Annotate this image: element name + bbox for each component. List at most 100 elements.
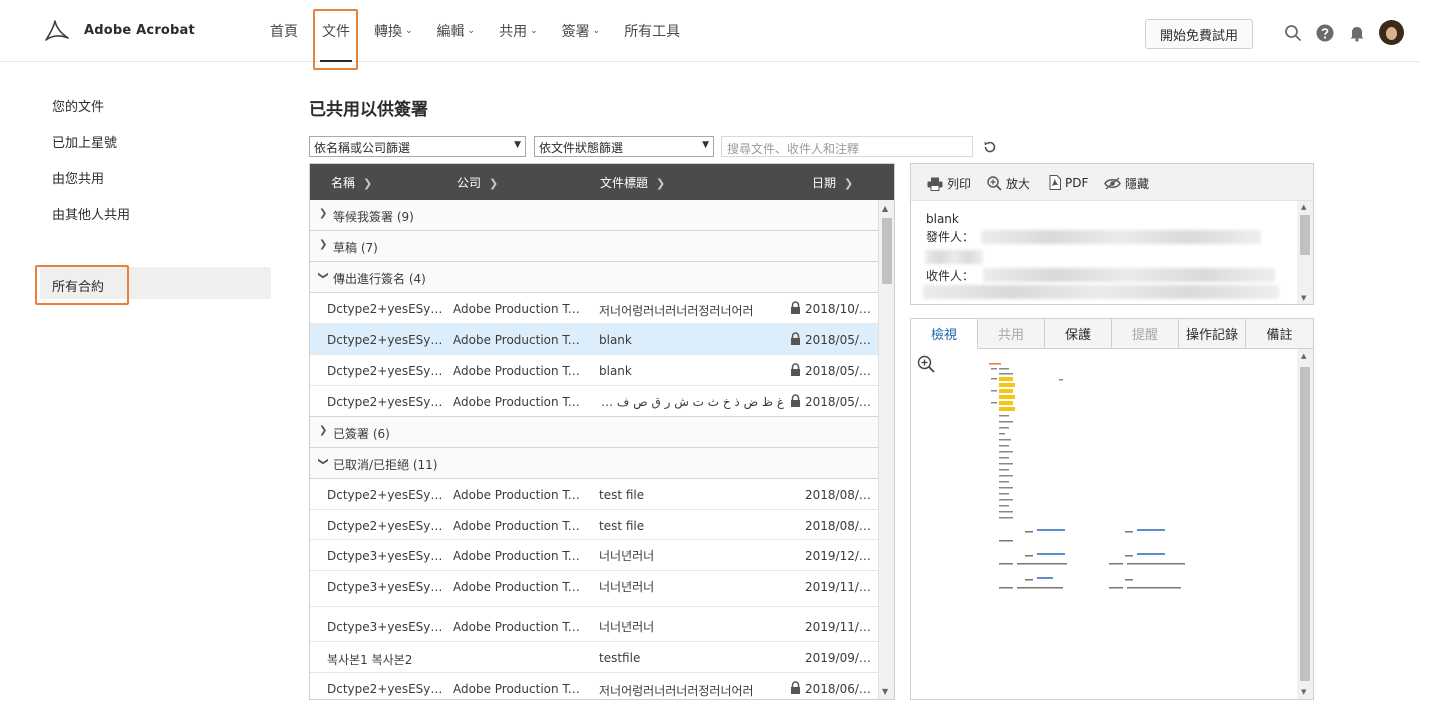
group-row-cancelled[interactable]: ❯ 已取消/已拒絕 (11) [310,448,878,479]
help-icon[interactable] [1316,24,1334,42]
row-name: Dctype2+yesESyesPDFyes [327,395,447,409]
tab-notes[interactable]: 備註 [1246,319,1313,349]
column-header-date[interactable]: 日期 ❯ [812,174,853,191]
scroll-up-icon[interactable]: ▲ [882,204,888,213]
chevron-right-icon: ❯ [319,239,328,250]
printer-icon [927,177,943,191]
lock-icon [791,301,800,314]
row-company: Adobe Production Test Company [453,549,584,563]
row-name: Dctype2+yesESyesPDFyes [327,488,447,502]
eye-slash-icon [1104,177,1121,190]
table-row[interactable]: Dctype2+yesESyesPDFyes Adobe Production … [310,510,878,540]
chevron-down-icon: ⌄ [405,26,413,36]
tab-view[interactable]: 檢視 [911,319,978,349]
table-row[interactable]: Dctype3+yesESyesPDFyes Adobe Production … [310,540,878,571]
avatar[interactable] [1379,20,1404,45]
table-row[interactable]: Dctype2+yesESyesPDFyes Adobe Production … [310,355,878,386]
sidebar-item-shared-by-others[interactable]: 由其他人共用 [52,204,130,223]
chevron-down-icon: ❯ [317,271,329,280]
highlight-box-all-agreements [35,265,129,305]
lock-icon [791,681,800,694]
hide-label: 隱藏 [1125,177,1150,191]
acrobat-logo-icon[interactable] [42,18,70,44]
hide-button[interactable]: 隱藏 [1104,175,1149,192]
lock-icon [791,394,800,407]
column-header-doc-title[interactable]: 文件標題 ❯ [600,174,665,191]
row-title: 저너어렁러너러너러정러너어러 [599,684,754,698]
scroll-thumb[interactable] [882,218,892,284]
name-filter-value: 依名稱或公司篩選 [314,141,411,155]
free-trial-button[interactable]: 開始免費試用 [1145,19,1253,49]
scroll-down-icon[interactable]: ▼ [1301,294,1306,302]
row-name: Dctype3+yesESyesPDFyes [327,549,447,563]
column-header-name[interactable]: 名稱 ❯ [331,174,372,191]
nav-share[interactable]: 共用 ⌄ [487,0,550,62]
group-row-signed[interactable]: ❯ 已簽署 (6) [310,417,878,448]
group-row-drafts[interactable]: ❯ 草稿 (7) [310,231,878,262]
lock-icon [791,363,800,376]
scroll-up-icon[interactable]: ▲ [1301,203,1306,211]
row-title: 너너년러너 [599,549,655,563]
bell-icon[interactable] [1348,24,1366,42]
row-title: test file [599,488,645,502]
row-company: Adobe Production Test Company [453,395,584,409]
scroll-thumb[interactable] [1300,367,1310,681]
row-title: test file [599,519,645,533]
nav-convert[interactable]: 轉換 ⌄ [362,0,425,62]
group-row-out-for-signature[interactable]: ❯ 傳出進行簽名 (4) [310,262,878,293]
print-button[interactable]: 列印 [927,175,971,192]
scroll-down-icon[interactable]: ▼ [882,687,888,696]
document-thumbnail [989,363,1185,589]
lock-icon [791,332,800,345]
sidebar-item-starred[interactable]: 已加上星號 [52,132,117,151]
zoom-button[interactable]: 放大 [987,175,1030,192]
table-row[interactable]: Dctype2+yesESyesPDFyes Adobe Production … [310,673,878,699]
nav-sign[interactable]: 簽署 ⌄ [550,0,613,62]
scroll-thumb[interactable] [1300,215,1310,255]
table-row-selected[interactable]: Dctype2+yesESyesPDFyes Adobe Production … [310,324,878,355]
tab-activity[interactable]: 操作記錄 [1179,319,1246,349]
dropdown-arrow-icon: ▼ [702,140,709,150]
sidebar-item-shared-by-you[interactable]: 由您共用 [52,168,104,187]
row-name: Dctype2+yesESyesPDFyes [327,333,447,347]
scroll-down-icon[interactable]: ▼ [1301,688,1306,696]
chevron-down-icon: ⌄ [467,26,476,36]
table-row[interactable]: Dctype2+yesESyesPDFyes Adobe Production … [310,386,878,417]
nav-all-tools[interactable]: 所有工具 [612,0,692,62]
row-company: Adobe Production Test Company [453,580,584,594]
column-header-company[interactable]: 公司 ❯ [457,174,498,191]
preview-scrollbar[interactable]: ▲ ▼ [1297,349,1313,699]
preview-toolbar: 列印 放大 PDF 隱藏 [911,164,1313,201]
table-row[interactable]: Dctype2+yesESyesPDFyes Adobe Production … [310,293,878,324]
table-row[interactable]: Dctype3+yesESyesPDFyes Adobe Production … [310,607,878,642]
sidebar-item-your-documents[interactable]: 您的文件 [52,96,104,115]
name-company-filter[interactable]: 依名稱或公司篩選 ▼ [309,136,526,157]
row-date: 2019/11/21 [805,620,871,634]
row-date: 2018/08/10 [805,488,871,502]
row-title: غ ظ ض ذ خ ث ت ش ر ق ص ف ع س [599,395,784,409]
row-name: 복사본1 복사본2 [327,653,413,667]
chevron-down-icon: ⌄ [530,26,538,36]
search-input[interactable]: 搜尋文件、收件人和注釋 [721,136,973,157]
column-company-label: 公司 [457,176,482,190]
nav-edit[interactable]: 編輯 ⌄ [425,0,488,62]
pdf-button[interactable]: PDF [1049,175,1088,190]
row-title: 너너년러너 [599,620,655,634]
zoom-in-icon[interactable] [917,355,935,373]
table-row[interactable]: Dctype3+yesESyesPDFyes Adobe Production … [310,571,878,607]
row-title: 저너어렁러너러너러정러너어러 [599,304,754,318]
search-icon[interactable] [1284,24,1302,42]
tab-protect[interactable]: 保護 [1045,319,1112,349]
document-info-panel: 列印 放大 PDF 隱藏 blank 發件人： 收件人： ▲ ▼ [910,163,1314,305]
table-row[interactable]: Dctype2+yesESyesPDFyes Adobe Production … [310,479,878,510]
chevron-down-icon: ⌄ [592,26,601,36]
recipient-label: 收件人： [926,269,975,283]
scroll-up-icon[interactable]: ▲ [1301,352,1306,360]
group-row-waiting[interactable]: ❯ 等候我簽署 (9) [310,200,878,231]
status-filter[interactable]: 依文件狀態篩選 ▼ [534,136,714,157]
table-scrollbar[interactable]: ▲ ▼ [878,200,894,699]
nav-home[interactable]: 首頁 [258,0,310,62]
table-row[interactable]: 복사본1 복사본2 testfile 2019/09/04 [310,642,878,673]
info-scrollbar[interactable]: ▲ ▼ [1297,201,1313,304]
refresh-icon[interactable] [982,139,998,155]
